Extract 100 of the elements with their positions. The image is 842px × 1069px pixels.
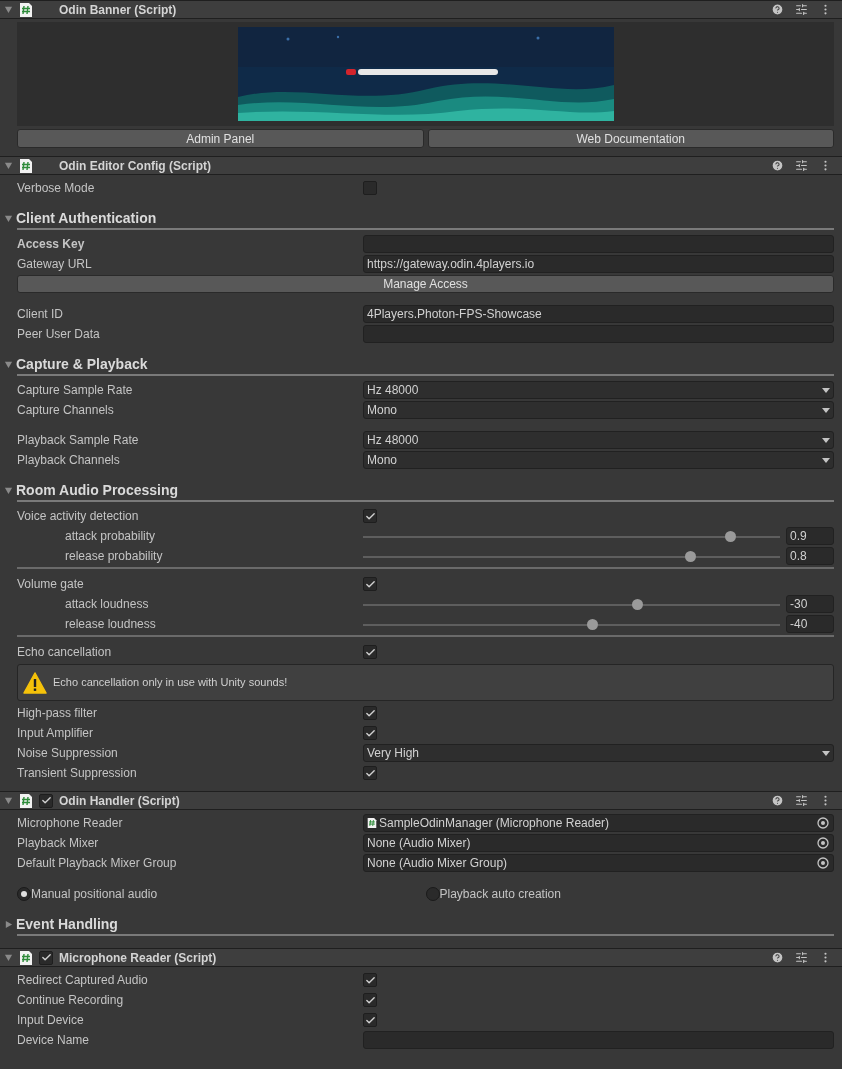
action-button[interactable]: Web Documentation <box>427 129 834 148</box>
field-label: release loudness <box>65 617 156 631</box>
slider-track[interactable] <box>363 618 780 630</box>
help-icon[interactable] <box>771 951 784 964</box>
manage-button[interactable]: Manage Access <box>17 275 834 293</box>
field-label: Microphone Reader <box>17 816 123 830</box>
number-field[interactable]: -30 <box>786 595 834 613</box>
checkbox[interactable] <box>363 706 377 720</box>
checkbox[interactable] <box>39 793 53 808</box>
checkbox[interactable] <box>39 950 53 965</box>
section-title[interactable]: Event Handling <box>16 913 118 935</box>
field-label: Access Key <box>17 237 85 251</box>
field-label: Voice activity detection <box>17 509 139 523</box>
number-field[interactable]: 0.9 <box>786 527 834 545</box>
caret-icon <box>822 407 830 413</box>
checkbox[interactable] <box>363 645 377 659</box>
component-title: Odin Editor Config (Script) <box>59 157 212 175</box>
field-label: Input Device <box>17 1013 84 1027</box>
text-field[interactable]: 4Players.Photon-FPS-Showcase <box>363 305 834 323</box>
target-icon[interactable] <box>815 815 831 831</box>
target-icon[interactable] <box>815 835 831 851</box>
radio-label: Playback auto creation <box>439 886 561 903</box>
target-icon[interactable] <box>815 855 831 871</box>
settings-icon[interactable] <box>795 3 808 16</box>
expand-triangle-icon[interactable] <box>4 213 13 223</box>
slider-thumb[interactable] <box>586 618 598 630</box>
expand-triangle-icon[interactable] <box>4 359 13 369</box>
expand-triangle-icon[interactable] <box>4 953 13 962</box>
object-field[interactable]: SampleOdinManager (Microphone Reader) <box>363 814 834 832</box>
dropdown[interactable]: Very High <box>363 744 834 762</box>
checkbox[interactable] <box>363 726 377 740</box>
object-field[interactable]: None (Audio Mixer) <box>363 834 834 852</box>
field-label: Playback Mixer <box>17 836 99 850</box>
caret-icon <box>822 750 830 756</box>
dropdown[interactable]: Mono <box>363 451 834 469</box>
script-icon <box>19 157 33 174</box>
field-label: Gateway URL <box>17 257 92 271</box>
slider-thumb[interactable] <box>725 530 737 542</box>
action-button[interactable]: Admin Panel <box>17 129 424 148</box>
field-label: Noise Suppression <box>17 746 118 760</box>
field-label: attack probability <box>65 529 156 543</box>
section-title[interactable]: Client Authentication <box>16 207 157 229</box>
object-field[interactable]: None (Audio Mixer Group) <box>363 854 834 872</box>
checkbox[interactable] <box>363 973 377 987</box>
component-title: Odin Handler (Script) <box>59 792 181 810</box>
expand-triangle-icon[interactable] <box>4 485 13 495</box>
caret-icon <box>822 437 830 443</box>
field-label: Capture Channels <box>17 403 114 417</box>
dropdown[interactable]: Hz 48000 <box>363 381 834 399</box>
checkbox[interactable] <box>363 1013 377 1027</box>
component-header[interactable]: Odin Handler (Script) <box>0 791 842 810</box>
dropdown[interactable]: Hz 48000 <box>363 431 834 449</box>
script-icon <box>19 949 33 966</box>
field-label: Capture Sample Rate <box>17 383 133 397</box>
caret-icon <box>822 387 830 393</box>
expand-triangle-icon[interactable] <box>4 796 13 805</box>
field-label: Verbose Mode <box>17 181 95 195</box>
field-label: High-pass filter <box>17 706 98 720</box>
checkbox[interactable] <box>363 509 377 523</box>
component-header[interactable]: Odin Banner (Script) <box>0 0 842 19</box>
expand-triangle-icon[interactable] <box>4 5 13 14</box>
slider-thumb[interactable] <box>631 598 643 610</box>
component-title: Odin Banner (Script) <box>59 1 178 19</box>
radio-button[interactable] <box>425 887 440 901</box>
component-title: Microphone Reader (Script) <box>59 949 218 967</box>
collapse-triangle-icon[interactable] <box>4 919 13 929</box>
script-icon <box>19 792 33 809</box>
checkbox[interactable] <box>363 181 377 195</box>
section-title[interactable]: Capture & Playback <box>16 353 148 375</box>
slider-track[interactable] <box>363 598 780 610</box>
settings-icon[interactable] <box>795 159 808 172</box>
text-field[interactable]: https://gateway.odin.4players.io <box>363 255 834 273</box>
slider-track[interactable] <box>363 550 780 562</box>
number-field[interactable]: 0.8 <box>786 547 834 565</box>
checkbox[interactable] <box>363 766 377 780</box>
field-label: Client ID <box>17 307 63 321</box>
radio-label: Manual positional audio <box>31 886 158 903</box>
checkbox[interactable] <box>363 993 377 1007</box>
number-field[interactable]: -40 <box>786 615 834 633</box>
section-title[interactable]: Room Audio Processing <box>16 479 179 501</box>
slider-thumb[interactable] <box>684 550 696 562</box>
field-label: Peer User Data <box>17 327 100 341</box>
component-header[interactable]: Odin Editor Config (Script) <box>0 156 842 175</box>
settings-icon[interactable] <box>795 951 808 964</box>
field-label: Device Name <box>17 1033 90 1047</box>
help-icon[interactable] <box>771 3 784 16</box>
checkbox[interactable] <box>363 577 377 591</box>
warning-icon <box>23 671 47 694</box>
field-label: Transient Suppression <box>17 766 137 780</box>
field-label: Redirect Captured Audio <box>17 973 148 987</box>
help-icon[interactable] <box>771 794 784 807</box>
field-label: Default Playback Mixer Group <box>17 856 177 870</box>
component-header[interactable]: Microphone Reader (Script) <box>0 948 842 967</box>
warning-text: Echo cancellation only in use with Unity sounds! <box>53 675 288 691</box>
help-icon[interactable] <box>771 159 784 172</box>
settings-icon[interactable] <box>795 794 808 807</box>
dropdown[interactable]: Mono <box>363 401 834 419</box>
slider-track[interactable] <box>363 530 780 542</box>
radio-button[interactable] <box>17 887 31 901</box>
expand-triangle-icon[interactable] <box>4 161 13 170</box>
